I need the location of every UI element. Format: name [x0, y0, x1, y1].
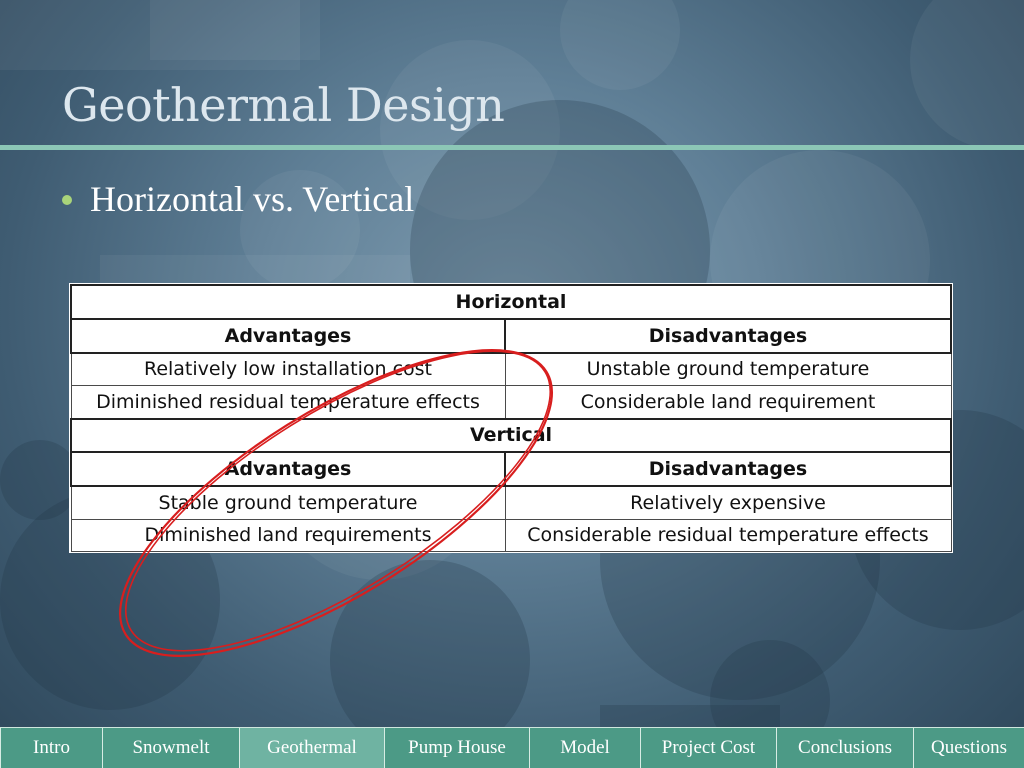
bullet-text: Horizontal vs. Vertical [90, 179, 415, 219]
disadvantage-cell: Relatively expensive [504, 485, 952, 520]
navigation-bar: Intro Snowmelt Geothermal Pump House Mod… [0, 727, 1024, 768]
table-row: Stable ground temperature Relatively exp… [70, 485, 952, 520]
column-header-row: Advantages Disadvantages [70, 451, 952, 488]
comparison-table: Horizontal Advantages Disadvantages Rela… [69, 283, 953, 553]
section-heading-row: Horizontal [70, 284, 952, 320]
nav-item-pump-house[interactable]: Pump House [384, 728, 529, 768]
nav-item-geothermal[interactable]: Geothermal [239, 728, 384, 768]
table-row: Diminished residual temperature effects … [70, 385, 952, 420]
disadvantages-header: Disadvantages [504, 317, 952, 354]
bullet-item: Horizontal vs. Vertical [62, 178, 414, 220]
title-underline [0, 145, 1024, 150]
bullet-dot-icon [62, 195, 72, 205]
disadvantage-cell: Unstable ground temperature [504, 351, 952, 387]
advantages-header: Advantages [70, 317, 506, 354]
disadvantages-header: Disadvantages [504, 451, 952, 488]
table-row: Relatively low installation cost Unstabl… [70, 351, 952, 387]
nav-item-project-cost[interactable]: Project Cost [640, 728, 776, 768]
advantages-header: Advantages [70, 451, 506, 488]
advantage-cell: Diminished residual temperature effects [70, 385, 506, 420]
nav-item-model[interactable]: Model [529, 728, 640, 768]
table-row: Diminished land requirements Considerabl… [70, 518, 952, 553]
nav-item-conclusions[interactable]: Conclusions [776, 728, 913, 768]
nav-item-intro[interactable]: Intro [0, 728, 102, 768]
disadvantage-cell: Considerable residual temperature effect… [504, 518, 952, 553]
slide-title: Geothermal Design [62, 78, 505, 132]
nav-item-questions[interactable]: Questions [913, 728, 1024, 768]
advantage-cell: Relatively low installation cost [70, 351, 506, 387]
section-heading-row: Vertical [70, 417, 952, 454]
advantage-cell: Stable ground temperature [70, 485, 506, 520]
section-heading: Vertical [70, 417, 952, 454]
section-heading: Horizontal [70, 284, 952, 320]
nav-item-snowmelt[interactable]: Snowmelt [102, 728, 239, 768]
column-header-row: Advantages Disadvantages [70, 317, 952, 354]
disadvantage-cell: Considerable land requirement [504, 385, 952, 420]
advantage-cell: Diminished land requirements [70, 518, 506, 553]
